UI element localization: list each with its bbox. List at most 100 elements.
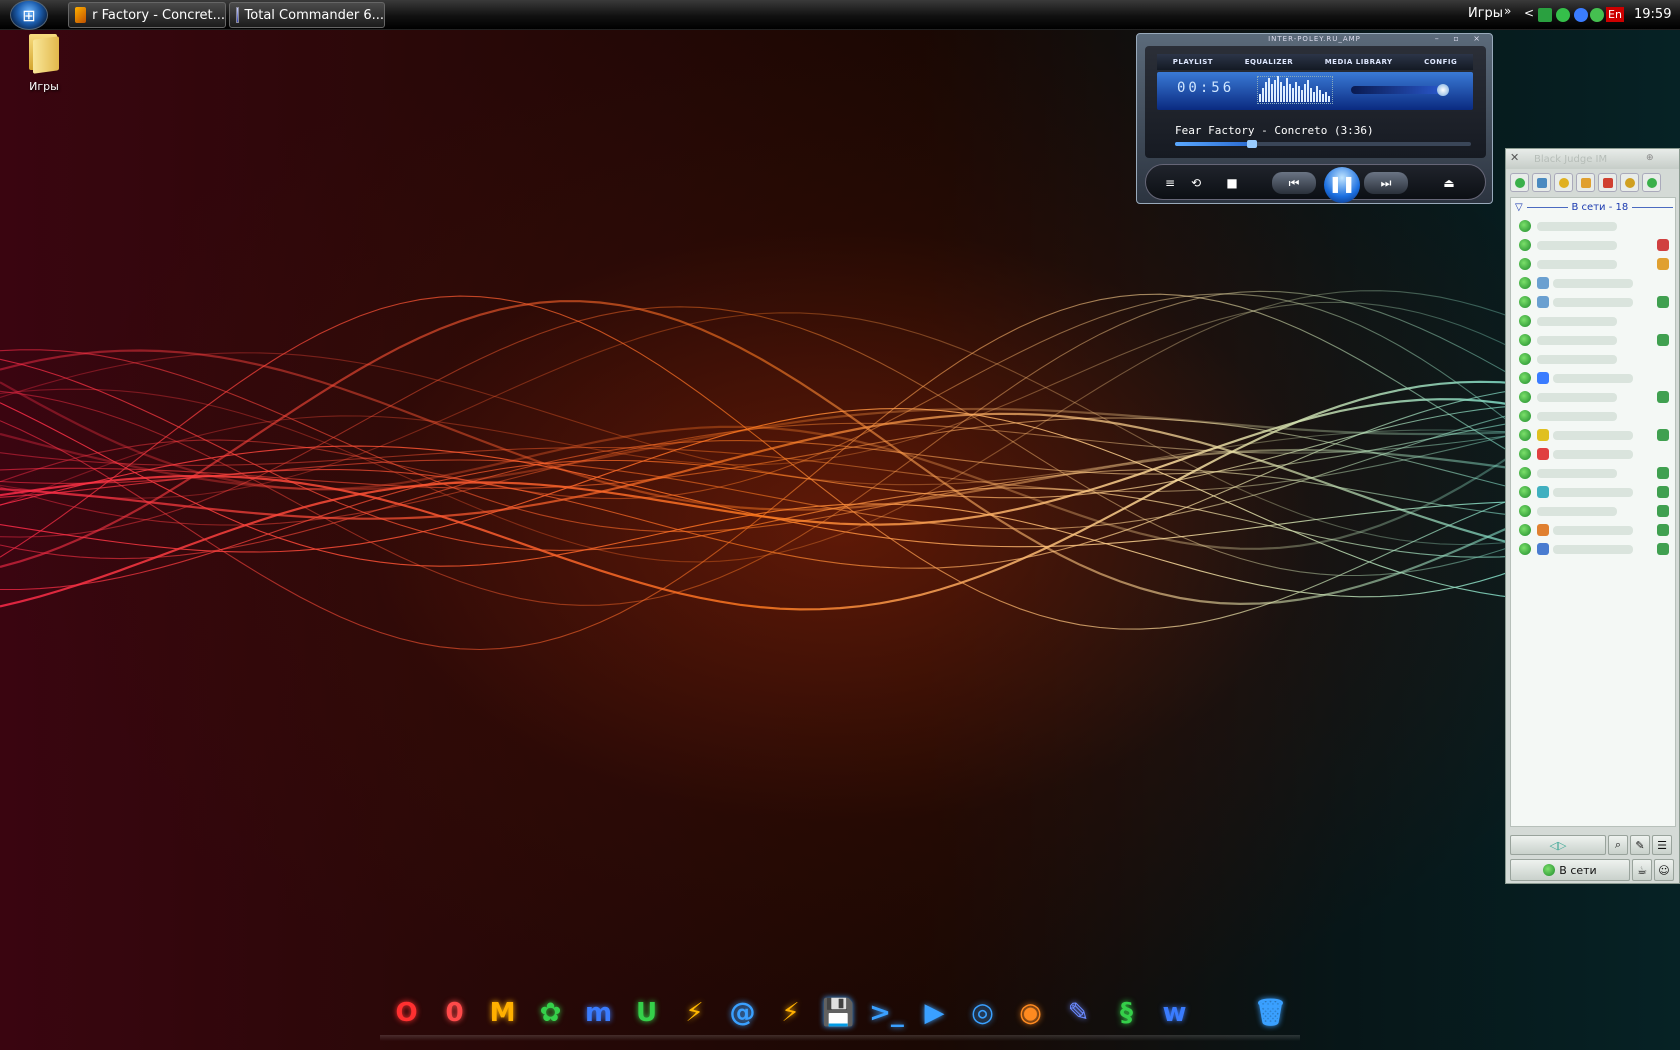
language-indicator[interactable]: En [1606,7,1624,22]
terminal-icon[interactable]: >_ [864,990,909,1035]
network-icon[interactable]: ◎ [960,990,1005,1035]
task-button-player[interactable]: r Factory - Concret... [68,2,226,28]
contact-row[interactable] [1519,237,1669,253]
elapsed-time: 00:56 [1177,80,1235,96]
contact-row[interactable] [1519,294,1669,310]
client-icon [1657,467,1669,479]
contact-row[interactable] [1519,522,1669,538]
contact-name-hidden [1553,450,1633,459]
track-title: Fear Factory - Concreto (3:36) [1175,124,1374,137]
contact-row[interactable] [1519,332,1669,348]
contacts-icon[interactable] [1510,173,1529,192]
collapse-icon[interactable]: ▽ [1515,202,1523,213]
contact-row[interactable] [1519,408,1669,424]
stop-button[interactable]: ■ [1222,172,1242,194]
start-button[interactable]: ⊞ [10,0,48,30]
contact-row[interactable] [1519,313,1669,329]
search-icon[interactable]: ⌕ [1608,835,1628,855]
online-status-icon [1519,486,1531,498]
history-icon[interactable] [1532,173,1551,192]
player-window-buttons[interactable]: – ▫ × [1435,34,1486,43]
tab-equalizer[interactable]: EQUALIZER [1245,58,1293,66]
repeat-button[interactable]: ⟲ [1186,172,1206,194]
next-button[interactable]: ⏭ [1364,172,1408,194]
toolbar-games-label[interactable]: Игры [1468,6,1503,21]
contact-row[interactable] [1519,370,1669,386]
private-status-icon[interactable]: ☺ [1654,859,1674,881]
messenger-status-bar: В сети ☕ ☺ [1510,859,1676,881]
paint-icon[interactable]: ✎ [1056,990,1101,1035]
contact-name-hidden [1537,241,1617,250]
tab-config[interactable]: CONFIG [1424,58,1457,66]
flashget-icon[interactable]: ⚡ [768,990,813,1035]
edit-icon[interactable]: ✎ [1630,835,1650,855]
equalizer-button[interactable]: ≡ [1160,172,1180,194]
icq-icon[interactable]: ✿ [528,990,573,1035]
miranda-icon[interactable]: M [480,990,525,1035]
tray-app-icon[interactable] [1538,8,1552,22]
folder-icon[interactable] [1576,173,1595,192]
online-status-icon [1519,353,1531,365]
media-player-icon[interactable]: ▶ [912,990,957,1035]
online-status-icon [1519,334,1531,346]
tray-messenger-icon[interactable] [1590,8,1604,22]
task-button-total-commander[interactable]: Total Commander 6... [229,2,385,28]
mirc-icon[interactable]: m [576,990,621,1035]
contact-row[interactable] [1519,218,1669,234]
calendar-icon[interactable] [1598,173,1617,192]
games-icon[interactable]: § [1104,990,1149,1035]
trash-icon[interactable]: 🗑 [1248,990,1293,1035]
nero-icon[interactable]: ◉ [1008,990,1053,1035]
contact-row[interactable] [1519,503,1669,519]
tray-collapse-icon[interactable]: < [1524,6,1534,20]
tab-playlist[interactable]: PLAYLIST [1173,58,1213,66]
qip-icon[interactable]: 0 [432,990,477,1035]
utorrent-icon[interactable]: U [624,990,669,1035]
task-label: r Factory - Concret... [92,7,225,23]
seek-bar[interactable] [1175,140,1471,148]
contact-row[interactable] [1519,351,1669,367]
pause-button[interactable]: ❚❚ [1324,167,1360,203]
floppy-icon[interactable]: 💾 [816,990,861,1035]
previous-button[interactable]: ⏮ [1272,172,1316,194]
tray-icq-icon[interactable] [1556,8,1570,22]
open-file-button[interactable]: ⏏ [1438,172,1460,194]
status-button[interactable]: В сети [1510,859,1630,881]
contact-row[interactable] [1519,389,1669,405]
tools-icon[interactable] [1620,173,1639,192]
contact-row[interactable] [1519,541,1669,557]
volume-slider[interactable] [1351,84,1449,96]
messenger-bottom-bar: ◁▷ ⌕ ✎ ☰ [1510,835,1676,855]
sound-icon[interactable] [1554,173,1573,192]
contact-row[interactable] [1519,446,1669,462]
winamp-icon[interactable]: ⚡ [672,990,717,1035]
settings-icon[interactable]: ☰ [1652,835,1672,855]
contact-name-hidden [1537,355,1617,364]
apple-icon[interactable] [1200,990,1245,1035]
toolbar-expand-icon[interactable]: » [1504,4,1511,18]
contact-row[interactable] [1519,484,1669,500]
contact-row[interactable] [1519,465,1669,481]
seek-knob[interactable] [1246,140,1257,148]
messenger-toolbar [1510,173,1676,193]
tab-media-library[interactable]: MEDIA LIBRARY [1325,58,1393,66]
tray-network-icon[interactable] [1574,8,1588,22]
opera-icon[interactable]: O [384,990,429,1035]
mail-icon[interactable]: @ [720,990,765,1035]
clock[interactable]: 19:59 [1634,7,1671,22]
contact-row[interactable] [1519,256,1669,272]
close-icon[interactable]: ✕ [1510,151,1519,164]
contact-row[interactable] [1519,427,1669,443]
volume-knob[interactable] [1437,84,1449,96]
xstatus-icon[interactable]: ☕ [1632,859,1652,881]
online-status-icon [1519,296,1531,308]
online-group-header[interactable]: ▽ В сети - 18 [1515,202,1674,213]
nav-arrows-button[interactable]: ◁▷ [1510,835,1606,855]
add-contact-icon[interactable] [1642,173,1661,192]
desktop-icon-games[interactable]: Игры [18,32,70,93]
pin-icon[interactable]: ⊕ [1646,153,1654,163]
messenger-titlebar[interactable]: ✕ Black Judge IM ⊕ [1506,149,1679,169]
contact-row[interactable] [1519,275,1669,291]
word-icon[interactable]: w [1152,990,1197,1035]
xstatus-icon [1537,486,1549,498]
